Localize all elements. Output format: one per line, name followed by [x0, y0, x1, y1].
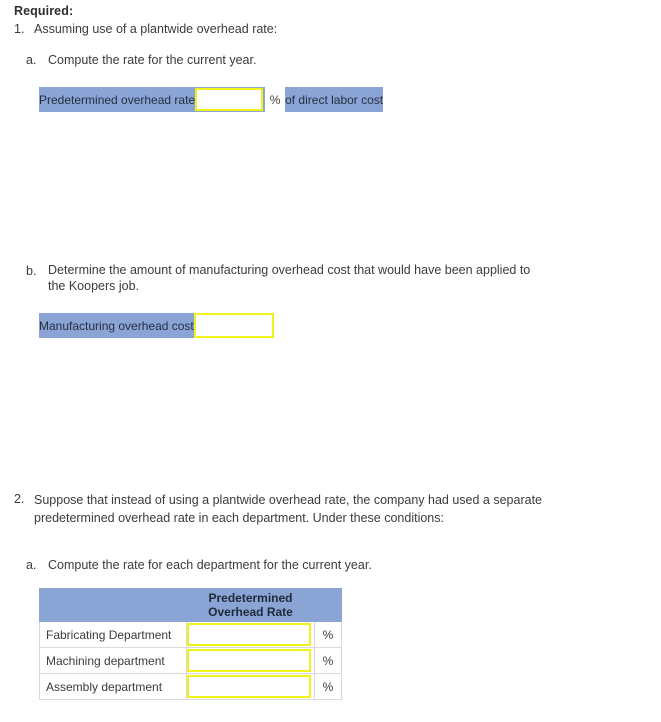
dept-row-0-label: Fabricating Department — [39, 621, 187, 648]
question-2-marker: 2. — [14, 492, 25, 506]
question-1-marker: 1. — [14, 22, 25, 36]
dept-row-2-rate-input[interactable] — [187, 675, 311, 698]
dept-row-1-rate-input[interactable] — [187, 649, 311, 672]
dept-row-0-input-cell — [186, 621, 315, 648]
question-1a: a. Compute the rate for the current year… — [26, 52, 506, 68]
table-row: Machining department % — [39, 647, 342, 674]
question-1-text: Assuming use of a plantwide overhead rat… — [34, 22, 278, 36]
dept-header-percent-blank — [314, 588, 342, 622]
predetermined-rate-table: Predetermined overhead rate % of direct … — [39, 87, 384, 112]
predetermined-rate-label: Predetermined overhead rate — [39, 87, 196, 112]
question-1a-text: Compute the rate for the current year. — [48, 53, 257, 67]
question-2a-marker: a. — [26, 558, 37, 572]
percent-symbol: % — [265, 87, 286, 112]
dept-row-2-label: Assembly department — [39, 673, 187, 700]
table-row: Assembly department % — [39, 673, 342, 700]
question-2-text: Suppose that instead of using a plantwid… — [34, 491, 646, 527]
dept-row-1-label: Machining department — [39, 647, 187, 674]
question-1: 1. Assuming use of a plantwide overhead … — [14, 21, 514, 37]
manufacturing-overhead-input[interactable] — [193, 313, 274, 338]
dept-row-0-rate-input[interactable] — [187, 623, 311, 646]
question-2-line-2: predetermined overhead rate in each depa… — [34, 511, 444, 525]
predetermined-rate-input[interactable] — [195, 88, 264, 111]
predetermined-rate-suffix: of direct labor cost — [285, 87, 384, 112]
question-1b-marker: b. — [26, 264, 37, 278]
manufacturing-overhead-input-cell — [193, 313, 274, 338]
table-header-row: Predetermined Overhead Rate — [39, 588, 342, 622]
question-2a-text: Compute the rate for each department for… — [48, 558, 372, 572]
dept-header-rate-line2: Overhead Rate — [208, 605, 293, 619]
dept-row-2-input-cell — [186, 673, 315, 700]
table-row: Predetermined overhead rate % of direct … — [39, 87, 384, 112]
required-heading: Required: — [14, 4, 74, 18]
dept-header-blank — [39, 588, 187, 622]
table-row: Fabricating Department % — [39, 621, 342, 648]
manufacturing-overhead-table: Manufacturing overhead cost — [39, 313, 274, 338]
dept-row-0-percent: % — [314, 621, 342, 648]
question-1a-marker: a. — [26, 53, 37, 67]
question-1b: b. Determine the amount of manufacturing… — [26, 263, 551, 294]
dept-row-1-percent: % — [314, 647, 342, 674]
question-1b-text: Determine the amount of manufacturing ov… — [48, 263, 531, 293]
manufacturing-overhead-label: Manufacturing overhead cost — [39, 313, 194, 338]
question-2a: a. Compute the rate for each department … — [26, 557, 506, 573]
dept-header-rate: Predetermined Overhead Rate — [186, 588, 315, 622]
predetermined-rate-input-cell — [195, 87, 266, 112]
worksheet-page: Required: 1. Assuming use of a plantwide… — [0, 0, 661, 722]
table-row: Manufacturing overhead cost — [39, 313, 274, 338]
dept-row-2-percent: % — [314, 673, 342, 700]
question-2-line-1: Suppose that instead of using a plantwid… — [34, 493, 542, 507]
dept-header-rate-line1: Predetermined — [208, 591, 293, 605]
question-2: 2. Suppose that instead of using a plant… — [14, 491, 646, 527]
department-rate-table: Predetermined Overhead Rate Fabricating … — [39, 588, 342, 700]
dept-row-1-input-cell — [186, 647, 315, 674]
